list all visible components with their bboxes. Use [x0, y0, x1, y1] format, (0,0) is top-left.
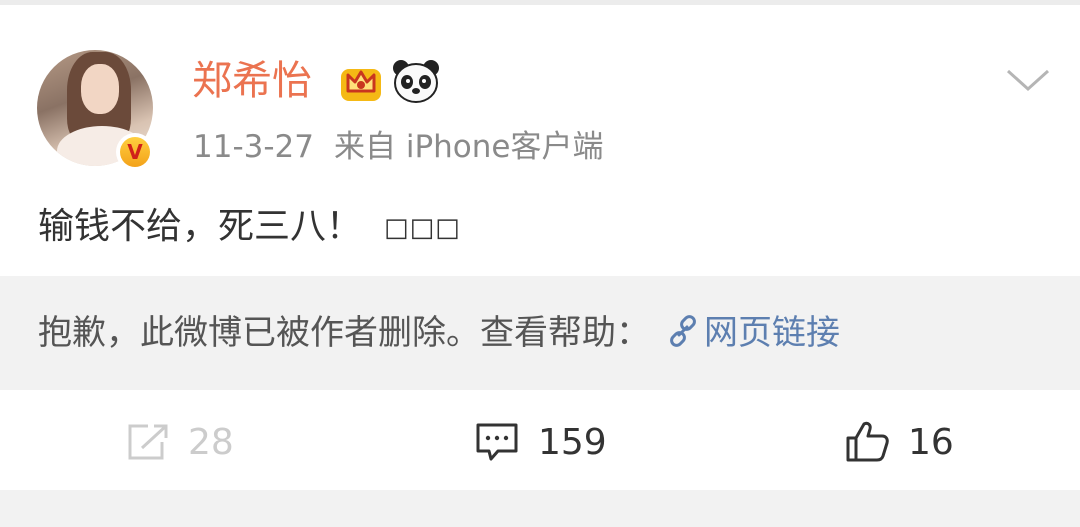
- comment-button[interactable]: 159: [474, 420, 607, 464]
- chevron-down-icon[interactable]: [1004, 65, 1052, 95]
- link-icon: [670, 315, 696, 347]
- share-count: 28: [188, 421, 234, 463]
- crown-icon[interactable]: [338, 61, 384, 103]
- username[interactable]: 郑希怡: [192, 55, 312, 107]
- post-date: 11-3-27: [193, 129, 314, 165]
- emoji-placeholder: □□□: [384, 213, 461, 243]
- like-icon: [846, 421, 889, 462]
- action-bar: 28 159 16: [0, 390, 1080, 490]
- comment-icon: [476, 423, 518, 461]
- web-link[interactable]: 网页链接: [704, 313, 840, 353]
- post-meta: 11-3-27 来自 iPhone客户端: [193, 125, 604, 169]
- deleted-text: 抱歉，此微博已被作者删除。查看帮助：: [38, 313, 650, 353]
- like-button[interactable]: 16: [844, 420, 954, 464]
- post-content: 输钱不给，死三八！ □□□: [38, 202, 461, 253]
- post-source: 来自 iPhone客户端: [334, 129, 604, 165]
- verified-badge: V: [116, 133, 154, 171]
- share-button[interactable]: 28: [126, 420, 234, 464]
- post-text: 输钱不给，死三八！: [38, 206, 363, 247]
- comment-count: 159: [538, 421, 607, 463]
- panda-icon[interactable]: [392, 58, 440, 104]
- bottom-gap: [0, 490, 1080, 527]
- share-icon: [128, 424, 168, 460]
- deleted-repost-notice: 抱歉，此微博已被作者删除。查看帮助： 网页链接: [0, 276, 1080, 390]
- like-count: 16: [908, 421, 954, 463]
- weibo-post-card: V 郑希怡 11-3-27 来自 iPhone客户端 输钱不给，死三八！ □□□ 抱…: [0, 5, 1080, 490]
